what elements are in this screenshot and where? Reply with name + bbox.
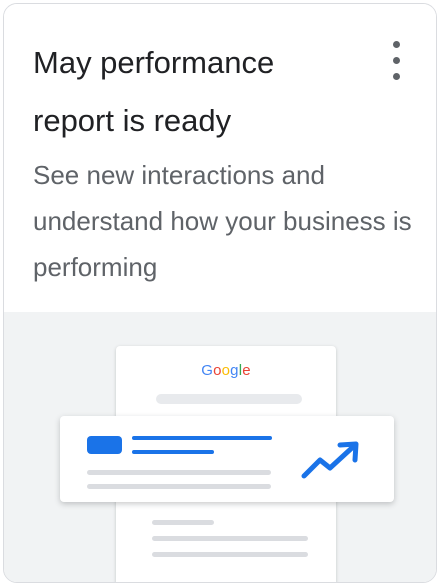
placeholder-line: [87, 470, 271, 475]
trending-up-icon: [301, 441, 359, 479]
placeholder-line: [152, 552, 308, 557]
card-text-section: May performance report is ready See new …: [4, 4, 436, 312]
result-thumbnail: [87, 436, 122, 454]
card-title: May performance report is ready: [33, 45, 275, 138]
search-result-illustration: [60, 416, 394, 502]
result-url-line: [132, 450, 214, 454]
search-bar-placeholder: [156, 394, 302, 404]
report-illustration: Google: [4, 312, 436, 582]
more-options-button[interactable]: [382, 38, 412, 84]
placeholder-line: [152, 536, 308, 541]
more-vert-icon: [393, 41, 400, 48]
placeholder-line: [87, 484, 271, 489]
result-title-line: [132, 436, 272, 440]
placeholder-line: [152, 520, 214, 525]
card-description: See new interactions and understand how …: [33, 160, 412, 282]
performance-report-card[interactable]: May performance report is ready See new …: [3, 3, 437, 583]
google-logo: Google: [201, 362, 251, 379]
